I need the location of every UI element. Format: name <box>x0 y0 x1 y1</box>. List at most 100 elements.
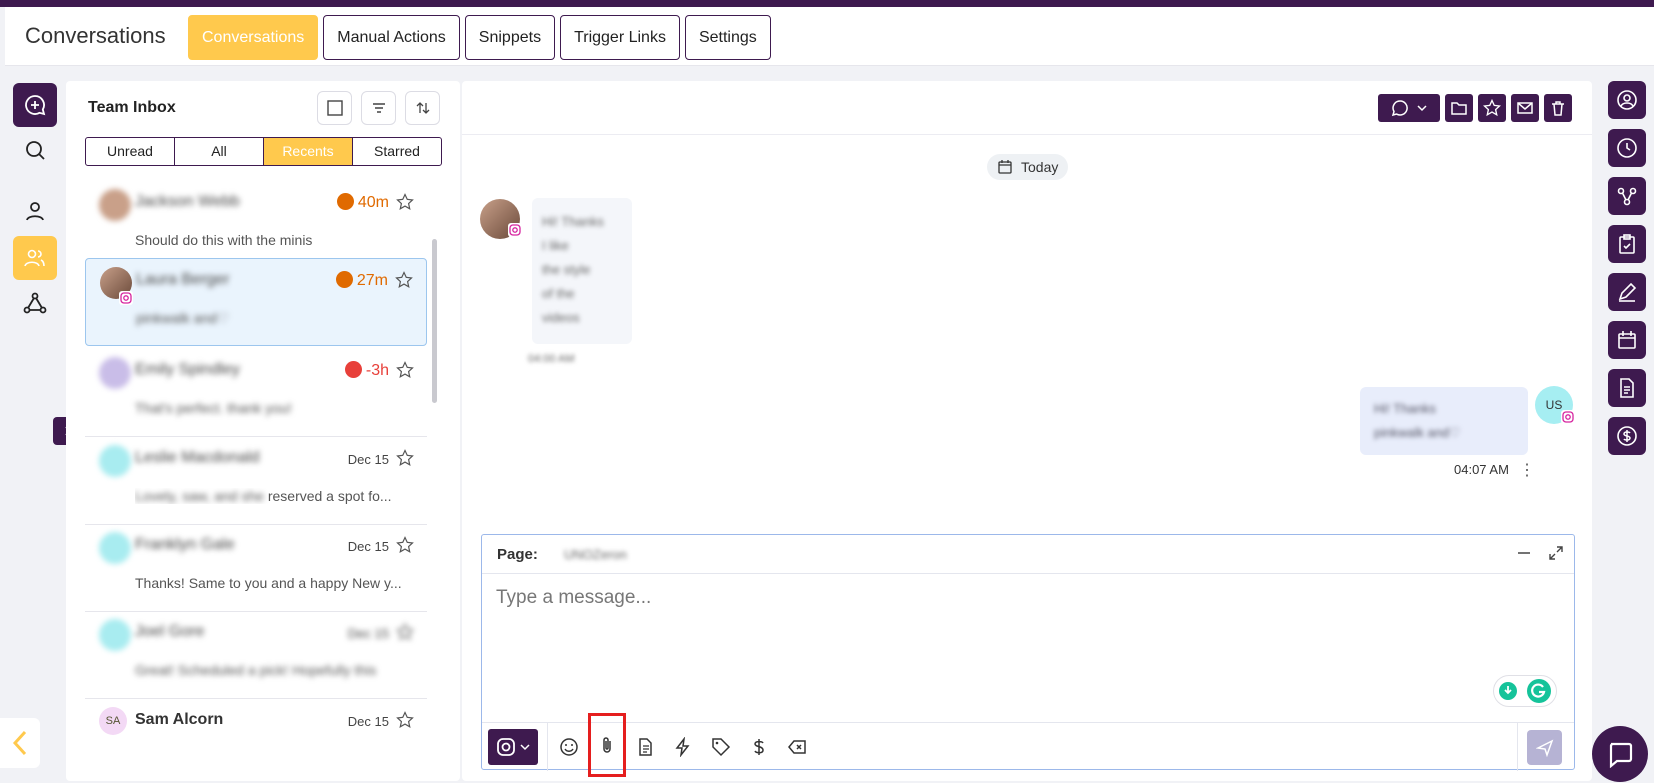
calendar-button[interactable] <box>1608 321 1646 359</box>
snippet-button[interactable] <box>664 723 702 771</box>
mail-button[interactable] <box>1511 94 1539 122</box>
conversation-row[interactable]: Joel Gore Dec 15 Great! Scheduled a pick… <box>85 611 427 699</box>
instagram-icon <box>119 291 133 305</box>
filter-unread[interactable]: Unread <box>86 138 175 165</box>
integrations-button[interactable] <box>1608 177 1646 215</box>
chat-actions <box>1378 94 1572 122</box>
message-preview: Should do this with the minis <box>135 232 313 248</box>
sort-icon <box>416 102 429 114</box>
contact-name: Jackson Webb <box>135 193 240 210</box>
inbox-tools <box>317 91 440 125</box>
send-button[interactable] <box>1527 730 1562 765</box>
chat-assign-icon <box>1391 100 1408 117</box>
payments-button[interactable] <box>1608 417 1646 455</box>
workflow-button[interactable] <box>13 281 57 325</box>
instagram-icon <box>508 223 522 237</box>
star-icon[interactable] <box>396 449 414 467</box>
payment-button[interactable] <box>740 723 778 771</box>
tab-snippets[interactable]: Snippets <box>464 15 556 60</box>
tag-button[interactable] <box>702 723 740 771</box>
filter-starred[interactable]: Starred <box>353 138 441 165</box>
checkbox-icon <box>326 100 343 116</box>
tab-settings[interactable]: Settings <box>684 15 771 60</box>
attachment-button[interactable] <box>588 713 626 777</box>
app-title: Conversations <box>25 23 166 48</box>
clipboard-check-icon <box>1619 234 1635 254</box>
lightbulb-icon <box>1499 682 1517 700</box>
list-scrollbar[interactable] <box>432 239 437 403</box>
wait-time: 27m <box>335 271 388 290</box>
chevron-down-icon <box>1417 105 1427 112</box>
contact-name: Emily Spindley <box>135 361 240 378</box>
tab-manual-actions[interactable]: Manual Actions <box>323 15 460 60</box>
contact-name: Joel Gore <box>135 623 205 640</box>
delete-button[interactable] <box>1544 94 1572 122</box>
select-all-checkbox[interactable] <box>317 91 352 125</box>
history-icon <box>1617 138 1637 158</box>
avatar <box>99 189 131 221</box>
search-icon <box>26 141 45 160</box>
tab-conversations[interactable]: Conversations <box>188 15 319 60</box>
contact-name: Leslie Macdonald <box>135 449 260 466</box>
team-button[interactable] <box>13 236 57 280</box>
message-preview: That's perfect. thank you! <box>135 400 292 416</box>
grammarly-widget[interactable] <box>1493 675 1557 707</box>
emoji-button[interactable] <box>550 723 588 771</box>
star-icon[interactable] <box>396 711 414 729</box>
filter-recents[interactable]: Recents <box>264 138 353 165</box>
folder-button[interactable] <box>1445 94 1473 122</box>
composer-actions <box>550 713 816 777</box>
filter-all[interactable]: All <box>175 138 264 165</box>
conversation-row[interactable]: Franklyn Gale Dec 15 Thanks! Same to you… <box>85 524 427 612</box>
team-inbox-panel: Team Inbox Unread All Recents Starred Ja… <box>66 81 460 781</box>
send-icon <box>1535 738 1553 757</box>
dollar-circle-icon <box>1617 426 1637 446</box>
search-button[interactable] <box>13 128 57 172</box>
filter-button[interactable] <box>361 91 396 125</box>
conversation-date: Dec 15 <box>347 626 389 641</box>
documents-button[interactable] <box>1608 369 1646 407</box>
header: Conversations Conversations Manual Actio… <box>5 7 1654 66</box>
channel-selector[interactable] <box>488 729 538 765</box>
conversation-row-selected[interactable]: Laura Berger 27m pinkwalk and♡ <box>85 258 427 346</box>
right-sidebar <box>1600 81 1654 781</box>
tab-trigger-links[interactable]: Trigger Links <box>560 15 680 60</box>
conversation-row[interactable]: Emily Spindley -3h That's perfect. thank… <box>85 349 427 437</box>
mail-icon <box>1517 102 1533 114</box>
avatar <box>99 619 131 651</box>
more-options-icon[interactable]: ⋮ <box>1519 460 1535 480</box>
star-icon[interactable] <box>396 193 414 211</box>
document-button[interactable] <box>626 723 664 771</box>
new-conversation-button[interactable] <box>13 83 57 127</box>
clear-icon <box>788 740 806 754</box>
star-button[interactable] <box>1478 94 1506 122</box>
tasks-button[interactable] <box>1608 225 1646 263</box>
history-button[interactable] <box>1608 129 1646 167</box>
timer-icon <box>335 271 353 288</box>
contacts-button[interactable] <box>13 189 57 233</box>
back-button[interactable] <box>0 718 40 768</box>
clear-button[interactable] <box>778 723 816 771</box>
conversation-row[interactable]: Leslie Macdonald Dec 15 Lovely, saw, and… <box>85 437 427 525</box>
team-icon <box>24 249 45 267</box>
minimize-icon[interactable] <box>1516 545 1532 561</box>
star-icon[interactable] <box>396 361 414 379</box>
date-divider: Today <box>987 154 1069 180</box>
message-input[interactable] <box>496 587 1396 609</box>
expand-icon[interactable] <box>1548 545 1564 561</box>
profile-button[interactable] <box>1608 81 1646 119</box>
conversation-row[interactable]: Jackson Webb 40m Should do this with the… <box>85 181 427 269</box>
star-icon <box>1483 99 1501 117</box>
pen-icon <box>1618 282 1637 302</box>
document-icon <box>1620 378 1634 398</box>
conversation-row[interactable]: SA Sam Alcorn Dec 15 <box>85 699 427 781</box>
sort-button[interactable] <box>405 91 440 125</box>
notes-button[interactable] <box>1608 273 1646 311</box>
assign-dropdown[interactable] <box>1378 94 1440 122</box>
star-icon[interactable] <box>396 623 414 641</box>
support-chat-button[interactable] <box>1592 726 1648 782</box>
star-icon[interactable] <box>396 536 414 554</box>
filter-icon <box>372 103 385 113</box>
incoming-time: 04:00 AM <box>528 353 575 365</box>
star-icon[interactable] <box>395 271 413 289</box>
